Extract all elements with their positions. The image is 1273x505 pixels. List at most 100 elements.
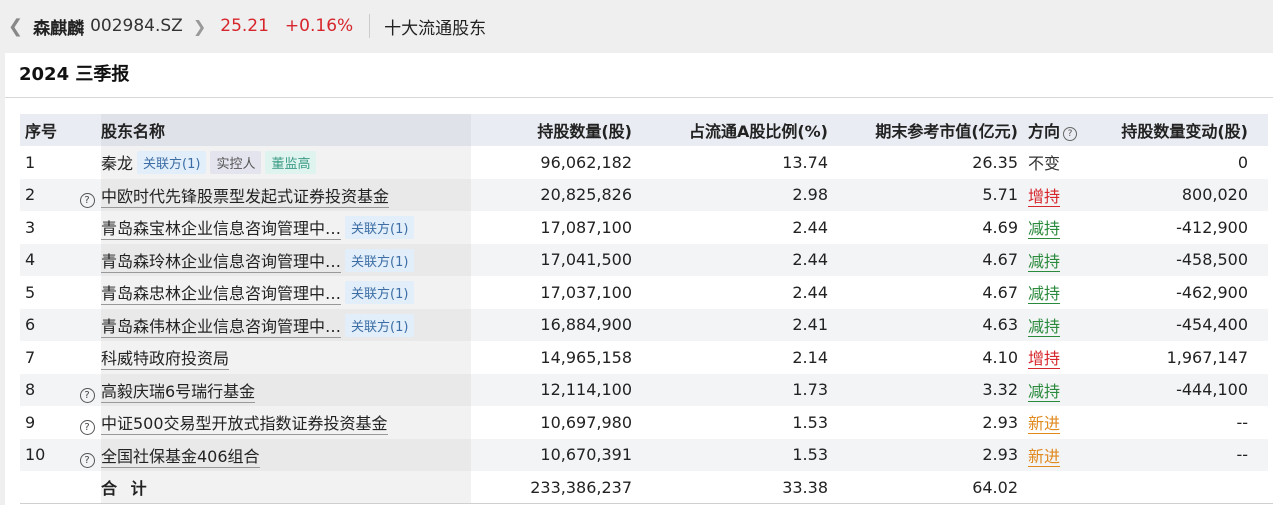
- col-shares[interactable]: 持股数量(股): [471, 114, 632, 146]
- question-icon[interactable]: ?: [79, 452, 95, 468]
- stock-name[interactable]: 森麒麟: [33, 14, 84, 39]
- ratio-cell: 1.73: [632, 373, 828, 406]
- value-cell: 2.93: [828, 438, 1018, 471]
- ratio-cell: 2.44: [792, 282, 828, 302]
- holder-name-link[interactable]: 全国社保基金406组合: [101, 446, 260, 468]
- question-icon[interactable]: ?: [79, 387, 95, 403]
- direction-label[interactable]: 增持: [1028, 186, 1061, 207]
- holder-name-link[interactable]: 青岛森伟林企业信息咨询管理中…: [101, 316, 342, 338]
- holder-name-link[interactable]: 科威特政府投资局: [101, 349, 230, 371]
- direction-label[interactable]: 新进: [1028, 446, 1061, 467]
- shares-cell: 20,825,826: [471, 178, 632, 211]
- holder-name-link[interactable]: 秦龙: [101, 154, 133, 173]
- shares-cell: 12,114,100: [471, 373, 632, 406]
- direction-cell: 新进: [1018, 406, 1106, 439]
- holder-tag[interactable]: 实控人: [210, 151, 262, 175]
- divider: [369, 14, 371, 38]
- holder-name-link[interactable]: 中证500交易型开放式指数证券投资基金: [101, 414, 388, 436]
- direction-cell: 增持: [1018, 178, 1106, 211]
- total-label: 合 计: [101, 479, 151, 499]
- direction-label[interactable]: 增持: [1028, 349, 1061, 370]
- holder-tag[interactable]: 关联方(1): [137, 151, 207, 175]
- change-cell: 0: [1237, 152, 1248, 172]
- total-label-cell: 合 计: [101, 471, 471, 504]
- rank-cell: 4: [20, 243, 73, 276]
- holder-tag[interactable]: 关联方(1): [345, 216, 415, 240]
- table-row: 6 青岛森伟林企业信息咨询管理中… 关联方(1) 16,884,900 2.41 4.63…: [20, 308, 1268, 341]
- direction-label[interactable]: 减持: [1028, 381, 1061, 402]
- col-change[interactable]: 持股数量变动(股): [1106, 114, 1268, 146]
- holder-cell: 科威特政府投资局: [101, 341, 471, 374]
- holder-name-link[interactable]: 青岛森玲林企业信息咨询管理中…: [101, 251, 342, 273]
- help-icon[interactable]: ?: [1063, 127, 1078, 141]
- holder-tag[interactable]: 关联方(1): [345, 248, 415, 272]
- holder-name-link[interactable]: 青岛森忠林企业信息咨询管理中…: [101, 284, 342, 306]
- value-cell: 3.32: [828, 373, 1018, 406]
- rank-cell: 2: [20, 178, 73, 211]
- holder-cell: 青岛森伟林企业信息咨询管理中… 关联方(1): [101, 308, 471, 341]
- table-row: 4 青岛森玲林企业信息咨询管理中… 关联方(1) 17,041,500 2.44 4.67…: [20, 243, 1268, 276]
- total-shares: 233,386,237: [530, 477, 632, 497]
- table-row: 3 青岛森宝林企业信息咨询管理中… 关联方(1) 17,087,100 2.44 4.69…: [20, 211, 1268, 244]
- direction-label[interactable]: 减持: [1028, 219, 1061, 240]
- total-direction-cell: [1018, 471, 1106, 504]
- rank-cell: 6: [20, 308, 73, 341]
- total-info-cell: [73, 471, 101, 504]
- table-row: 7 科威特政府投资局 14,965,158 2.14 4.10 增持 1,967,147: [20, 341, 1268, 374]
- change-cell: --: [1236, 412, 1248, 432]
- value-cell: 4.63: [828, 308, 1018, 341]
- ratio-cell: 2.44: [792, 217, 828, 237]
- holders-table: 序号 股东名称 持股数量(股) 占流通A股比例(%) 期末参考市值(亿元) 方向…: [20, 114, 1268, 504]
- holder-cell: 青岛森玲林企业信息咨询管理中… 关联方(1): [101, 243, 471, 276]
- direction-label[interactable]: 减持: [1028, 284, 1061, 305]
- change-cell: -444,100: [1106, 373, 1268, 406]
- rank-cell: 7: [25, 347, 36, 367]
- holder-name-link[interactable]: 青岛森宝林企业信息咨询管理中…: [101, 219, 342, 241]
- rank-cell: 9: [25, 412, 36, 432]
- change-cell: 800,020: [1106, 178, 1268, 211]
- col-ratio[interactable]: 占流通A股比例(%): [632, 114, 828, 146]
- direction-cell: 减持: [1018, 308, 1106, 341]
- holder-name-link[interactable]: 高毅庆瑞6号瑞行基金: [101, 381, 256, 403]
- shares-cell: 96,062,182: [540, 152, 632, 172]
- holder-name-link[interactable]: 中欧时代先锋股票型发起式证券投资基金: [101, 186, 390, 208]
- shares-cell: 16,884,900: [471, 308, 632, 341]
- change-cell: -458,500: [1106, 243, 1268, 276]
- ratio-cell: 1.53: [632, 438, 828, 471]
- table-row: 8? 高毅庆瑞6号瑞行基金 12,114,100 1.73 3.32 减持 -444,100: [20, 373, 1268, 406]
- col-value[interactable]: 期末参考市值(亿元): [828, 114, 1018, 146]
- direction-label[interactable]: 减持: [1028, 316, 1061, 337]
- info-cell: [73, 243, 101, 276]
- divider: [20, 503, 1273, 504]
- shares-cell: 10,670,391: [471, 438, 632, 471]
- direction-cell: 减持: [1018, 243, 1106, 276]
- holder-cell: 青岛森宝林企业信息咨询管理中… 关联方(1): [101, 211, 471, 244]
- total-change-cell: [1106, 471, 1268, 504]
- holder-tag[interactable]: 关联方(1): [345, 313, 415, 337]
- direction-label: 不变: [1028, 154, 1061, 174]
- holder-tag[interactable]: 董监高: [265, 151, 317, 175]
- holder-cell: 全国社保基金406组合: [101, 438, 471, 471]
- rank-cell: 8: [20, 373, 73, 406]
- stock-code[interactable]: 002984.SZ: [90, 16, 183, 36]
- holder-tag[interactable]: 关联方(1): [345, 281, 415, 305]
- report-period: 2024 三季报: [5, 53, 1273, 98]
- chevron-right-icon[interactable]: ❯: [193, 17, 206, 36]
- rank-cell: 10: [20, 438, 73, 471]
- question-icon[interactable]: ?: [79, 420, 95, 436]
- ratio-cell: 1.53: [792, 412, 828, 432]
- value-cell: 5.71: [828, 178, 1018, 211]
- table-header-row: 序号 股东名称 持股数量(股) 占流通A股比例(%) 期末参考市值(亿元) 方向…: [20, 114, 1268, 146]
- ratio-cell: 2.44: [632, 243, 828, 276]
- question-icon[interactable]: ?: [79, 192, 95, 208]
- direction-label[interactable]: 新进: [1028, 414, 1061, 435]
- holder-cell: 高毅庆瑞6号瑞行基金: [101, 373, 471, 406]
- col-direction-label: 方向: [1028, 122, 1061, 141]
- direction-label[interactable]: 减持: [1028, 251, 1061, 272]
- shares-cell: 17,087,100: [540, 217, 632, 237]
- shares-cell: 17,037,100: [540, 282, 632, 302]
- info-cell: [73, 341, 101, 374]
- back-chevron-icon[interactable]: ❮: [8, 16, 23, 37]
- value-cell: 26.35: [972, 152, 1018, 172]
- value-cell: 4.67: [828, 243, 1018, 276]
